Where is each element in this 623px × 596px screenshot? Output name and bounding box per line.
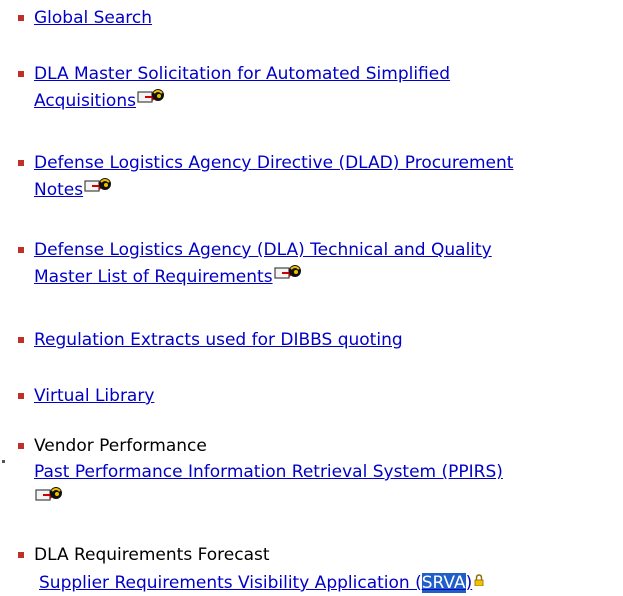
list-item-global-search: Global Search xyxy=(18,5,152,31)
external-link-globe-icon[interactable] xyxy=(35,485,63,505)
vendor-performance-heading: Vendor Performance xyxy=(34,436,207,456)
bullet-icon xyxy=(18,443,24,449)
external-link-globe-icon[interactable] xyxy=(84,176,112,196)
link-line: Notes xyxy=(34,180,84,200)
bullet-icon xyxy=(18,160,24,166)
highlighted-text: SRVA xyxy=(421,573,466,593)
link-line: Defense Logistics Agency (DLA) Technical… xyxy=(34,240,492,260)
link-text: Supplier Requirements Visibility Applica… xyxy=(39,573,422,593)
link-line: DLA Master Solicitation for Automated Si… xyxy=(34,64,451,84)
bullet-icon xyxy=(18,337,24,343)
requirements-forecast-heading: DLA Requirements Forecast xyxy=(34,545,270,565)
ppirs-link[interactable]: Past Performance Information Retrieval S… xyxy=(34,462,503,482)
bullet-icon xyxy=(18,71,24,77)
bullet-icon xyxy=(18,393,24,399)
list-item-requirements-forecast: DLA Requirements Forecast Supplier Requi… xyxy=(18,542,484,596)
link-line: Master List of Requirements xyxy=(34,267,273,287)
list-item-vendor-performance: Vendor Performance Past Performance Info… xyxy=(18,433,503,512)
list-item-virtual-library: Virtual Library xyxy=(18,383,154,409)
virtual-library-link[interactable]: Virtual Library xyxy=(34,386,154,406)
link-line: Acquisitions xyxy=(34,91,136,111)
srva-link[interactable]: Supplier Requirements Visibility Applica… xyxy=(39,573,472,593)
margin-mark xyxy=(2,460,5,463)
list-item-regulation-extracts: Regulation Extracts used for DIBBS quoti… xyxy=(18,327,403,353)
list-item-master-solicitation: DLA Master Solicitation for Automated Si… xyxy=(18,61,450,114)
link-text: ) xyxy=(465,573,473,593)
external-link-globe-icon[interactable] xyxy=(137,87,165,107)
master-solicitation-link[interactable]: DLA Master Solicitation for Automated Si… xyxy=(34,64,450,111)
link-line: Defense Logistics Agency Directive (DLAD… xyxy=(34,153,514,173)
bullet-icon xyxy=(18,552,24,558)
external-link-globe-icon[interactable] xyxy=(273,263,302,283)
lock-icon xyxy=(474,568,484,587)
list-item-technical-quality: Defense Logistics Agency (DLA) Technical… xyxy=(18,237,492,290)
regulation-extracts-link[interactable]: Regulation Extracts used for DIBBS quoti… xyxy=(34,330,403,350)
bullet-icon xyxy=(18,247,24,253)
bullet-icon xyxy=(18,15,24,21)
technical-quality-link[interactable]: Defense Logistics Agency (DLA) Technical… xyxy=(34,240,492,287)
global-search-link[interactable]: Global Search xyxy=(34,8,152,28)
list-item-dlad-notes: Defense Logistics Agency Directive (DLAD… xyxy=(18,150,513,203)
